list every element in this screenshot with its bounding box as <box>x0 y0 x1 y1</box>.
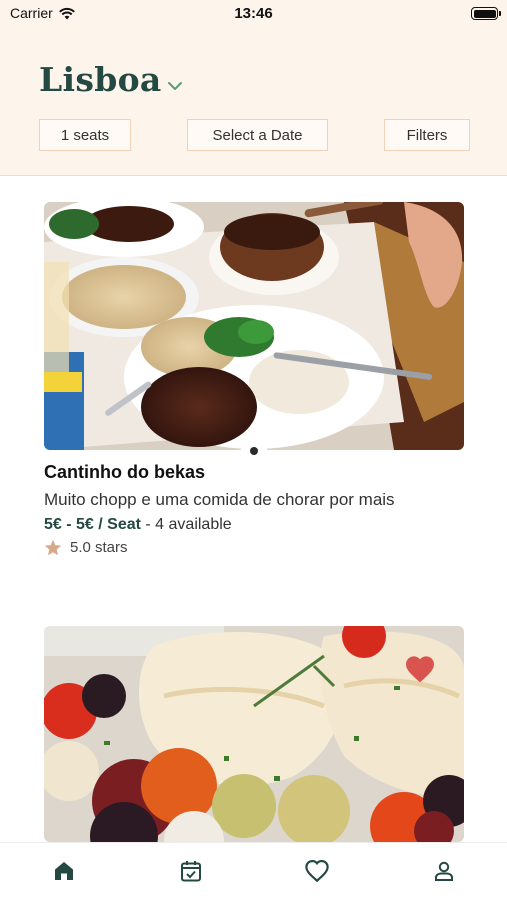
tab-calendar[interactable] <box>177 857 205 885</box>
listing-photo[interactable] <box>44 626 464 842</box>
battery-icon <box>471 7 501 20</box>
listing-price-line: 5€ - 5€ / Seat - 4 available <box>44 516 232 534</box>
city-title[interactable]: Lisboa <box>39 60 162 99</box>
chevron-down-icon[interactable] <box>167 80 183 92</box>
listing-rating: 5.0 stars <box>44 539 128 556</box>
filters-button[interactable]: Filters <box>384 119 470 151</box>
listing-price: 5€ - 5€ / Seat <box>44 516 141 533</box>
clock: 13:46 <box>234 5 273 22</box>
status-bar: Carrier 13:46 <box>0 0 507 28</box>
heart-outline-icon <box>305 859 329 883</box>
rating-label: 5.0 stars <box>70 539 128 556</box>
calendar-icon <box>181 861 201 882</box>
feijoada-dinner-photo <box>44 202 464 450</box>
listing-title[interactable]: Cantinho do bekas <box>44 462 205 483</box>
listing-description: Muito chopp e uma comida de chorar por m… <box>44 490 395 509</box>
carousel-dot[interactable] <box>250 447 258 455</box>
heart-icon[interactable] <box>404 655 436 683</box>
date-button[interactable]: Select a Date <box>187 119 328 151</box>
tab-home[interactable] <box>50 857 78 885</box>
tab-profile[interactable] <box>430 857 458 885</box>
bacalhau-with-vegetables-photo <box>44 626 464 842</box>
seats-button[interactable]: 1 seats <box>39 119 131 151</box>
home-icon <box>55 862 73 880</box>
listing-photo[interactable] <box>44 202 464 450</box>
star-icon <box>44 539 62 556</box>
listing-availability: - 4 available <box>140 516 232 533</box>
person-icon <box>435 861 453 881</box>
tab-favorites[interactable] <box>303 857 331 885</box>
tab-bar <box>0 842 507 900</box>
